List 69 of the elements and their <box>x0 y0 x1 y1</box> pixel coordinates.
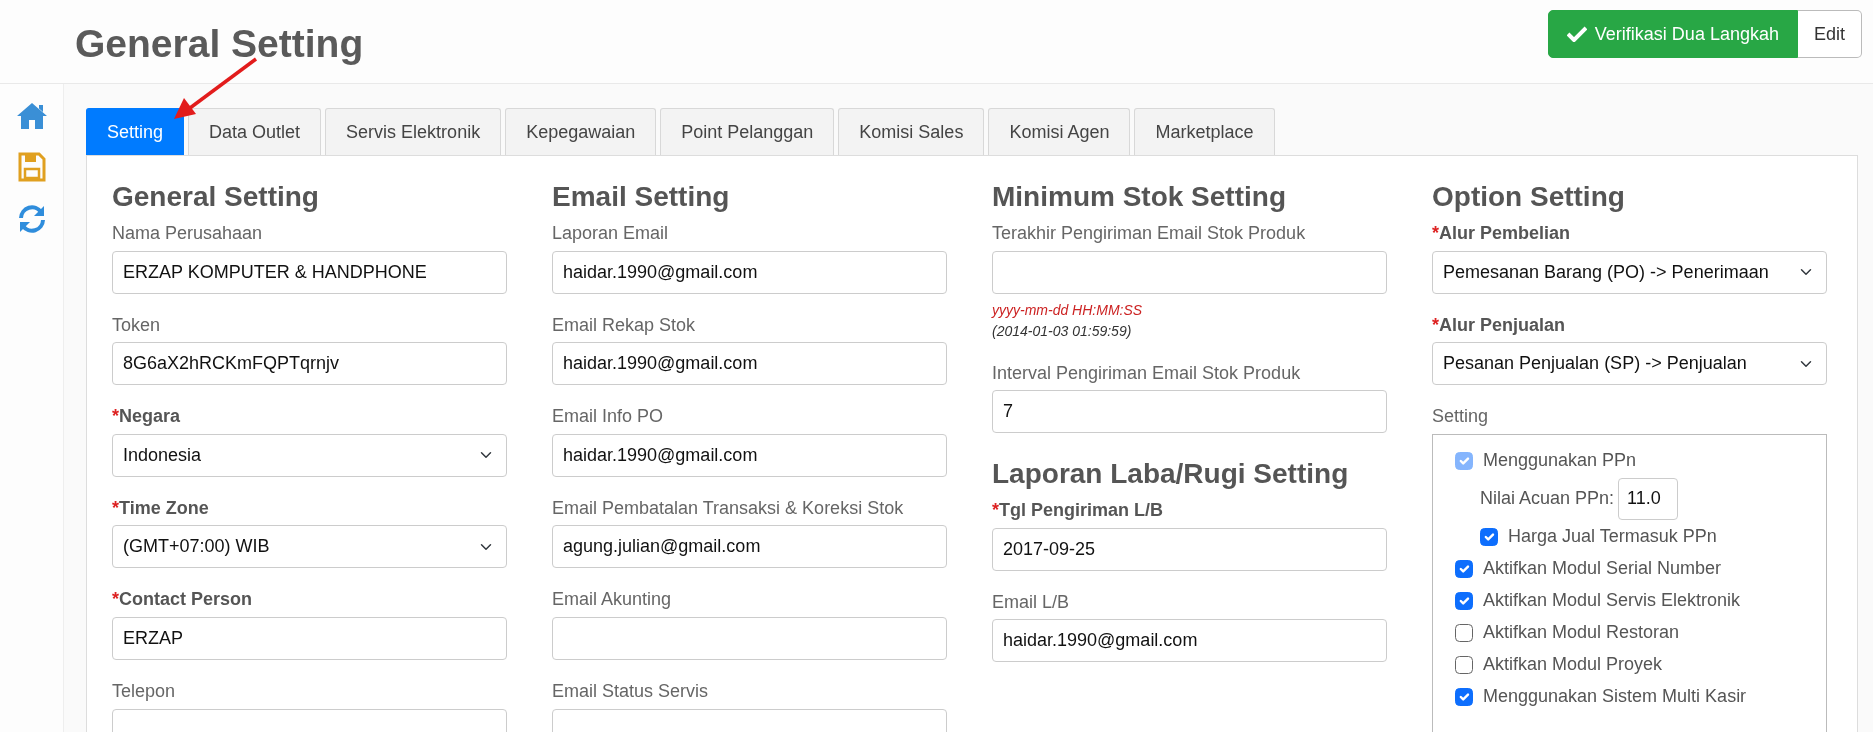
input-field[interactable]: 7 <box>992 390 1387 434</box>
field-label: Laporan Email <box>552 223 669 245</box>
field-label: Email Status Servis <box>552 680 709 703</box>
checkbox-label: Aktifkan Modul Servis Elektronik <box>1483 589 1741 613</box>
section-heading: Minimum Stok Setting <box>992 180 1287 214</box>
field-label: Interval Pengiriman Email Stok Produk <box>992 362 1301 385</box>
field-label: Token <box>112 314 161 337</box>
field-label: Email Pembatalan Transaksi & Koreksi Stok <box>552 497 904 520</box>
format-hint: yyyy-mm-dd HH:MM:SS <box>992 300 1144 320</box>
tab[interactable]: Komisi Sales <box>838 108 985 155</box>
field-label: Email Akunting <box>552 589 672 611</box>
checkbox-label: Aktifkan Modul Serial Number <box>1483 557 1722 581</box>
example-text: (2014-01-03 01:59:59) <box>992 321 1133 341</box>
field-label: Setting <box>1432 406 1489 428</box>
input-field[interactable]: 2017-09-25 <box>992 527 1387 571</box>
tab[interactable]: Komisi Agen <box>988 108 1131 155</box>
field-label: Terakhir Pengiriman Email Stok Produk <box>992 223 1306 245</box>
field-label: Nama Perusahaan <box>112 223 263 245</box>
field-label: Telepon <box>112 680 176 703</box>
checkbox-label: Aktifkan Modul Restoran <box>1483 621 1680 645</box>
input-field[interactable] <box>552 616 947 660</box>
section-heading: General Setting <box>112 180 320 214</box>
save-icon[interactable] <box>17 152 46 182</box>
checkbox-label: Harga Jual Termasuk PPn <box>1508 525 1717 549</box>
input-field[interactable]: haidar.1990@gmail.com <box>552 342 947 386</box>
home-icon[interactable] <box>15 102 48 130</box>
checkbox-label: Menggunakan Sistem Multi Kasir <box>1483 685 1747 709</box>
section-heading: Option Setting <box>1432 180 1626 214</box>
input-field[interactable]: haidar.1990@gmail.com <box>992 619 1387 663</box>
field-label: *Alur Penjualan <box>1432 314 1566 337</box>
field-label: Email Rekap Stok <box>552 314 696 337</box>
field-label: *Tgl Pengiriman L/B <box>992 500 1164 522</box>
dropdown[interactable]: (GMT+07:00) WIB <box>112 525 507 569</box>
section-heading: Email Setting <box>552 180 731 214</box>
tab[interactable]: Point Pelanggan <box>660 108 835 155</box>
checkbox-label: Menggunakan PPn <box>1483 449 1637 473</box>
field-label: Nilai Acuan PPn: <box>1480 487 1615 511</box>
check-icon <box>1566 26 1587 42</box>
section-heading: Laporan Laba/Rugi Setting <box>992 457 1350 492</box>
dropdown[interactable]: Indonesia <box>112 433 507 477</box>
dropdown[interactable]: Pemesanan Barang (PO) -> Penerimaan <box>1432 250 1827 294</box>
tab[interactable]: Kepegawaian <box>505 108 657 155</box>
page-title: General Setting <box>75 21 364 67</box>
refresh-icon[interactable] <box>16 204 47 234</box>
input-field[interactable]: agung.julian@gmail.com <box>552 525 947 569</box>
input-field[interactable]: haidar.1990@gmail.com <box>552 433 947 477</box>
checkbox[interactable] <box>1455 687 1473 706</box>
input-field[interactable]: ERZAP KOMPUTER & HANDPHONE <box>112 250 507 294</box>
checkbox-label: Aktifkan Modul Proyek <box>1483 653 1663 677</box>
checkbox[interactable] <box>1455 623 1473 642</box>
edit-button[interactable]: Edit <box>1797 10 1862 58</box>
tab[interactable]: Servis Elektronik <box>325 108 502 155</box>
dropdown[interactable]: Pesanan Penjualan (SP) -> Penjualan <box>1432 342 1827 386</box>
field-label: Email Info PO <box>552 406 664 428</box>
field-label: Email L/B <box>992 591 1070 614</box>
input-field[interactable] <box>992 250 1387 294</box>
field-label: *Alur Pembelian <box>1432 223 1571 245</box>
checkbox[interactable] <box>1455 559 1473 578</box>
input-field[interactable]: ERZAP <box>112 616 507 660</box>
field-label: *Contact Person <box>112 589 253 611</box>
input-field[interactable]: haidar.1990@gmail.com <box>552 250 947 294</box>
input-field[interactable]: 8G6aX2hRCKmFQPTqrnjv <box>112 342 507 386</box>
checkbox[interactable] <box>1455 655 1473 674</box>
field-label: *Time Zone <box>112 497 209 520</box>
tab[interactable]: Marketplace <box>1134 108 1275 155</box>
field-label: *Negara <box>112 406 181 428</box>
tab[interactable]: Setting <box>86 108 185 155</box>
tab[interactable]: Data Outlet <box>188 108 322 155</box>
checkbox[interactable] <box>1455 591 1473 610</box>
